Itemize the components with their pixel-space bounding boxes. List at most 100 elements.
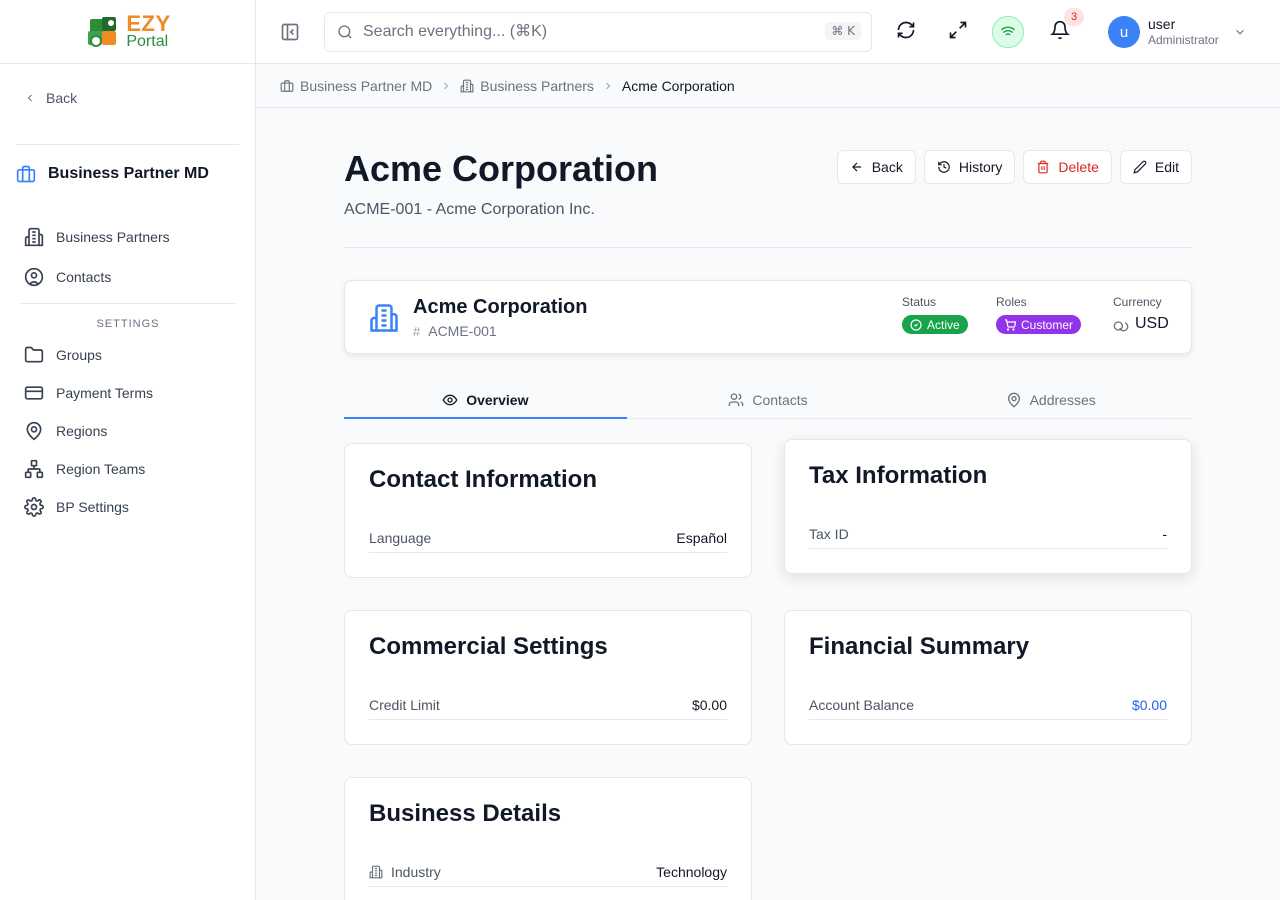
detail-tabs: Overview Contacts Addresses — [344, 382, 1192, 419]
business-details-card: Business Details Industry Technology — [344, 777, 752, 900]
chevron-left-icon — [27, 94, 32, 102]
sidebar-item-label: Payment Terms — [56, 385, 153, 401]
map-pin-icon — [1007, 392, 1020, 408]
history-icon — [938, 161, 950, 173]
cart-icon — [1005, 318, 1016, 331]
back-button[interactable]: Back — [836, 150, 916, 184]
contact-information-card: Contact Information Language Español — [344, 443, 752, 578]
sidebar-divider — [16, 144, 239, 145]
page-title: Acme Corporation — [344, 148, 659, 189]
sidebar-toggle-button[interactable] — [280, 22, 300, 42]
chevron-right-icon — [606, 82, 611, 89]
breadcrumb-business-partners[interactable]: Business Partners — [460, 78, 594, 94]
financial-summary-card: Financial Summary Account Balance $0.00 — [784, 610, 1192, 745]
sidebar-divider — [20, 303, 235, 304]
currency-value: USD — [1135, 315, 1169, 332]
notification-badge: 3 — [1064, 8, 1084, 26]
briefcase-icon — [280, 79, 294, 92]
partner-code: # ACME-001 — [413, 323, 497, 339]
sidebar-item-regions[interactable]: Regions — [24, 421, 107, 441]
folder-icon — [24, 346, 44, 363]
wifi-icon — [1000, 26, 1016, 38]
field-label: Language — [369, 530, 432, 546]
logo-text-portal: Portal — [126, 33, 169, 50]
tab-label: Overview — [466, 391, 529, 408]
hash-icon: # — [413, 323, 421, 339]
role-badge: Customer — [996, 315, 1082, 334]
refresh-button[interactable] — [896, 20, 916, 40]
partner-name: Acme Corporation — [413, 296, 588, 318]
sidebar-item-groups[interactable]: Groups — [24, 345, 102, 365]
chevron-down-icon — [1235, 29, 1244, 35]
field-value: - — [1162, 526, 1167, 542]
field-value: Technology — [656, 864, 727, 880]
pencil-icon — [1133, 160, 1147, 174]
breadcrumb-module[interactable]: Business Partner MD — [280, 78, 432, 94]
search-shortcut-hint: ⌘ K — [825, 22, 861, 40]
sidebar-item-business-partners[interactable]: Business Partners — [24, 227, 170, 247]
field-value: $0.00 — [691, 697, 727, 713]
breadcrumb: Business Partner MD Business Partners Ac… — [256, 64, 1280, 108]
settings-section-label: SETTINGS — [96, 318, 160, 330]
card-title: Financial Summary — [809, 633, 1030, 660]
role-badge-text: Customer — [1021, 317, 1074, 332]
building-icon — [24, 227, 44, 247]
field-value: Español — [676, 530, 727, 546]
sidebar-item-label: Groups — [56, 347, 102, 363]
sidebar-back-label: Back — [46, 90, 78, 106]
delete-button-label: Delete — [1058, 159, 1099, 175]
coins-icon — [1113, 321, 1129, 332]
history-button-label: History — [958, 159, 1003, 175]
tab-addresses[interactable]: Addresses — [909, 382, 1192, 418]
briefcase-icon — [16, 165, 36, 183]
map-pin-icon — [26, 421, 42, 441]
search-input[interactable] — [363, 23, 871, 41]
user-name: user — [1148, 16, 1176, 32]
breadcrumb-label: Business Partners — [480, 77, 594, 94]
field-label: Account Balance — [809, 697, 915, 713]
roles-label: Roles — [996, 295, 1027, 309]
sidebar-back-link[interactable]: Back — [24, 90, 77, 106]
industry-row: Industry Technology — [369, 858, 727, 887]
main-content: Acme Corporation ACME-001 - Acme Corpora… — [256, 108, 1280, 900]
expand-icon — [949, 21, 967, 39]
user-menu[interactable]: u user Administrator — [1108, 16, 1247, 48]
connection-status[interactable] — [992, 16, 1024, 48]
history-button[interactable]: History — [923, 150, 1016, 184]
currency-label: Currency — [1113, 295, 1162, 309]
sidebar-item-contacts[interactable]: Contacts — [24, 267, 111, 287]
sidebar-item-label: Business Partners — [56, 229, 170, 245]
status-label: Status — [902, 295, 937, 309]
refresh-icon — [897, 21, 915, 39]
search-box[interactable]: ⌘ K — [324, 12, 872, 52]
ezy-logo-icon — [88, 16, 117, 47]
arrow-left-icon — [851, 162, 861, 172]
building-icon — [460, 79, 474, 92]
tab-overview[interactable]: Overview — [344, 382, 627, 419]
edit-button-label: Edit — [1154, 159, 1179, 175]
top-header: ⌘ K 3 u user Administrator — [256, 0, 1280, 64]
sidebar-item-region-teams[interactable]: Region Teams — [24, 459, 145, 479]
account-balance-row: Account Balance $0.00 — [809, 691, 1167, 720]
logo[interactable]: EZY Portal — [0, 0, 255, 64]
tab-contacts[interactable]: Contacts — [627, 382, 910, 418]
check-circle-icon — [910, 318, 922, 331]
fullscreen-button[interactable] — [948, 20, 968, 40]
breadcrumb-label: Business Partner MD — [300, 77, 433, 94]
sidebar-item-payment-terms[interactable]: Payment Terms — [24, 383, 153, 403]
card-title: Business Details — [369, 800, 562, 827]
trash-icon — [1038, 160, 1049, 174]
field-label: Tax ID — [809, 526, 849, 542]
partner-summary-card: Acme Corporation # ACME-001 Status Activ… — [344, 280, 1192, 354]
edit-button[interactable]: Edit — [1119, 150, 1192, 184]
avatar: u — [1108, 16, 1140, 48]
credit-card-icon — [24, 386, 44, 400]
sidebar-item-label: Region Teams — [56, 461, 146, 477]
header-divider — [344, 247, 1192, 248]
user-role: Administrator — [1148, 33, 1219, 47]
roles-field: Roles Customer — [996, 295, 1082, 334]
sidebar-item-bp-settings[interactable]: BP Settings — [24, 497, 129, 517]
user-circle-icon — [24, 267, 44, 287]
delete-button[interactable]: Delete — [1023, 150, 1112, 184]
currency-field: Currency USD — [1113, 295, 1169, 333]
